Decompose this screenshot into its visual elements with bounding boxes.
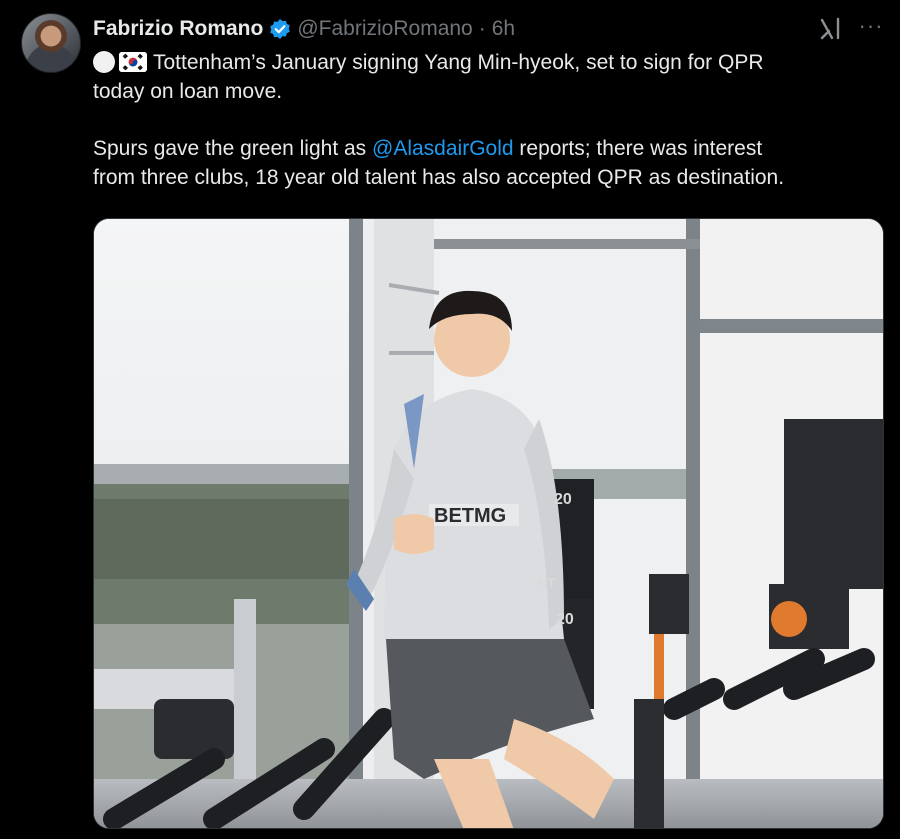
separator-dot: · — [478, 17, 486, 40]
south-korea-flag-icon — [119, 52, 147, 72]
tweet-text: Tottenham’s January signing Yang Min-hye… — [93, 48, 883, 192]
tweet-text-line3-end: reports; there was interest — [513, 137, 763, 160]
more-options-button[interactable]: ··· — [858, 15, 884, 42]
tweet-text-line2: today on loan move. — [93, 80, 283, 103]
sign-text-1: 20 — [554, 491, 572, 508]
sign-text-2: 20 — [556, 611, 574, 628]
author-avatar[interactable] — [21, 13, 81, 73]
jersey-sponsor-text: BETMG — [434, 505, 506, 527]
tweet-line-3: Spurs gave the green light as @AlasdairG… — [93, 134, 883, 163]
tweet-text-line1: Tottenham’s January signing Yang Min-hye… — [153, 51, 764, 74]
tweet-line-1: Tottenham’s January signing Yang Min-hye… — [93, 48, 883, 77]
tweet-text-line3-start: Spurs gave the green light as — [93, 137, 373, 160]
mention-link[interactable]: @AlasdairGold — [372, 137, 514, 160]
tweet-photo[interactable]: BETMG 20 20 FIT — [93, 218, 884, 829]
equipment-text: FIT — [537, 576, 556, 590]
tweet-text-line4: from three clubs, 18 year old talent has… — [93, 166, 785, 189]
grok-icon[interactable] — [818, 16, 844, 42]
author-handle[interactable]: @FabrizioRomano — [297, 17, 472, 41]
verified-badge-icon[interactable] — [269, 18, 291, 40]
white-circle-icon — [93, 51, 115, 73]
author-name[interactable]: Fabrizio Romano — [93, 17, 263, 41]
tweet-header: Fabrizio Romano @FabrizioRomano · 6h — [93, 16, 515, 42]
tweet-timestamp[interactable]: 6h — [492, 17, 515, 41]
